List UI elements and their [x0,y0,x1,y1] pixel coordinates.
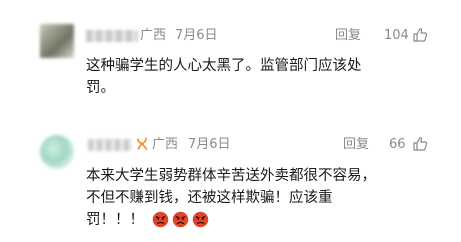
comment-region: 广西 [152,137,179,152]
comment-text-line: 罚！！！ [86,212,144,228]
thumbs-up-icon[interactable] [412,27,428,43]
comment-item: 广西 7月6日 回复 104 这种骗学生的人心太黑了。监管部门应该处 罚。 [0,0,461,127]
angry-face-icon [172,211,189,228]
comment-date: 7月6日 [175,28,218,43]
angry-face-icon [192,211,209,228]
comment-text: 这种骗学生的人心太黑了。监管部门应该处 罚。 [86,55,436,99]
reply-button[interactable]: 回复 [335,28,361,44]
avatar[interactable] [40,135,74,169]
angry-face-icon [152,211,169,228]
reply-button[interactable]: 回复 [343,137,369,153]
like-count: 104 [384,28,409,43]
comment-region: 广西 [140,28,167,43]
comment-text-line: 本来大学生弱势群体辛苦送外卖都很不容易， [86,168,376,184]
comment-date: 7月6日 [188,137,231,152]
username-blurred[interactable] [86,30,138,42]
emoji-group [152,211,209,229]
comment-text: 本来大学生弱势群体辛苦送外卖都很不容易， 不但不赚到钱，还被这样欺骗！应该重 罚… [86,165,436,231]
like-count: 66 [389,137,406,152]
comment-text-line: 罚。 [86,80,115,96]
vip-badge-icon [137,137,148,150]
avatar[interactable] [40,24,74,58]
comment-text-line: 不但不赚到钱，还被这样欺骗！应该重 [86,190,333,206]
comment-text-line: 这种骗学生的人心太黑了。监管部门应该处 [86,58,362,74]
username-blurred[interactable] [88,139,132,151]
thumbs-up-icon[interactable] [412,136,428,152]
